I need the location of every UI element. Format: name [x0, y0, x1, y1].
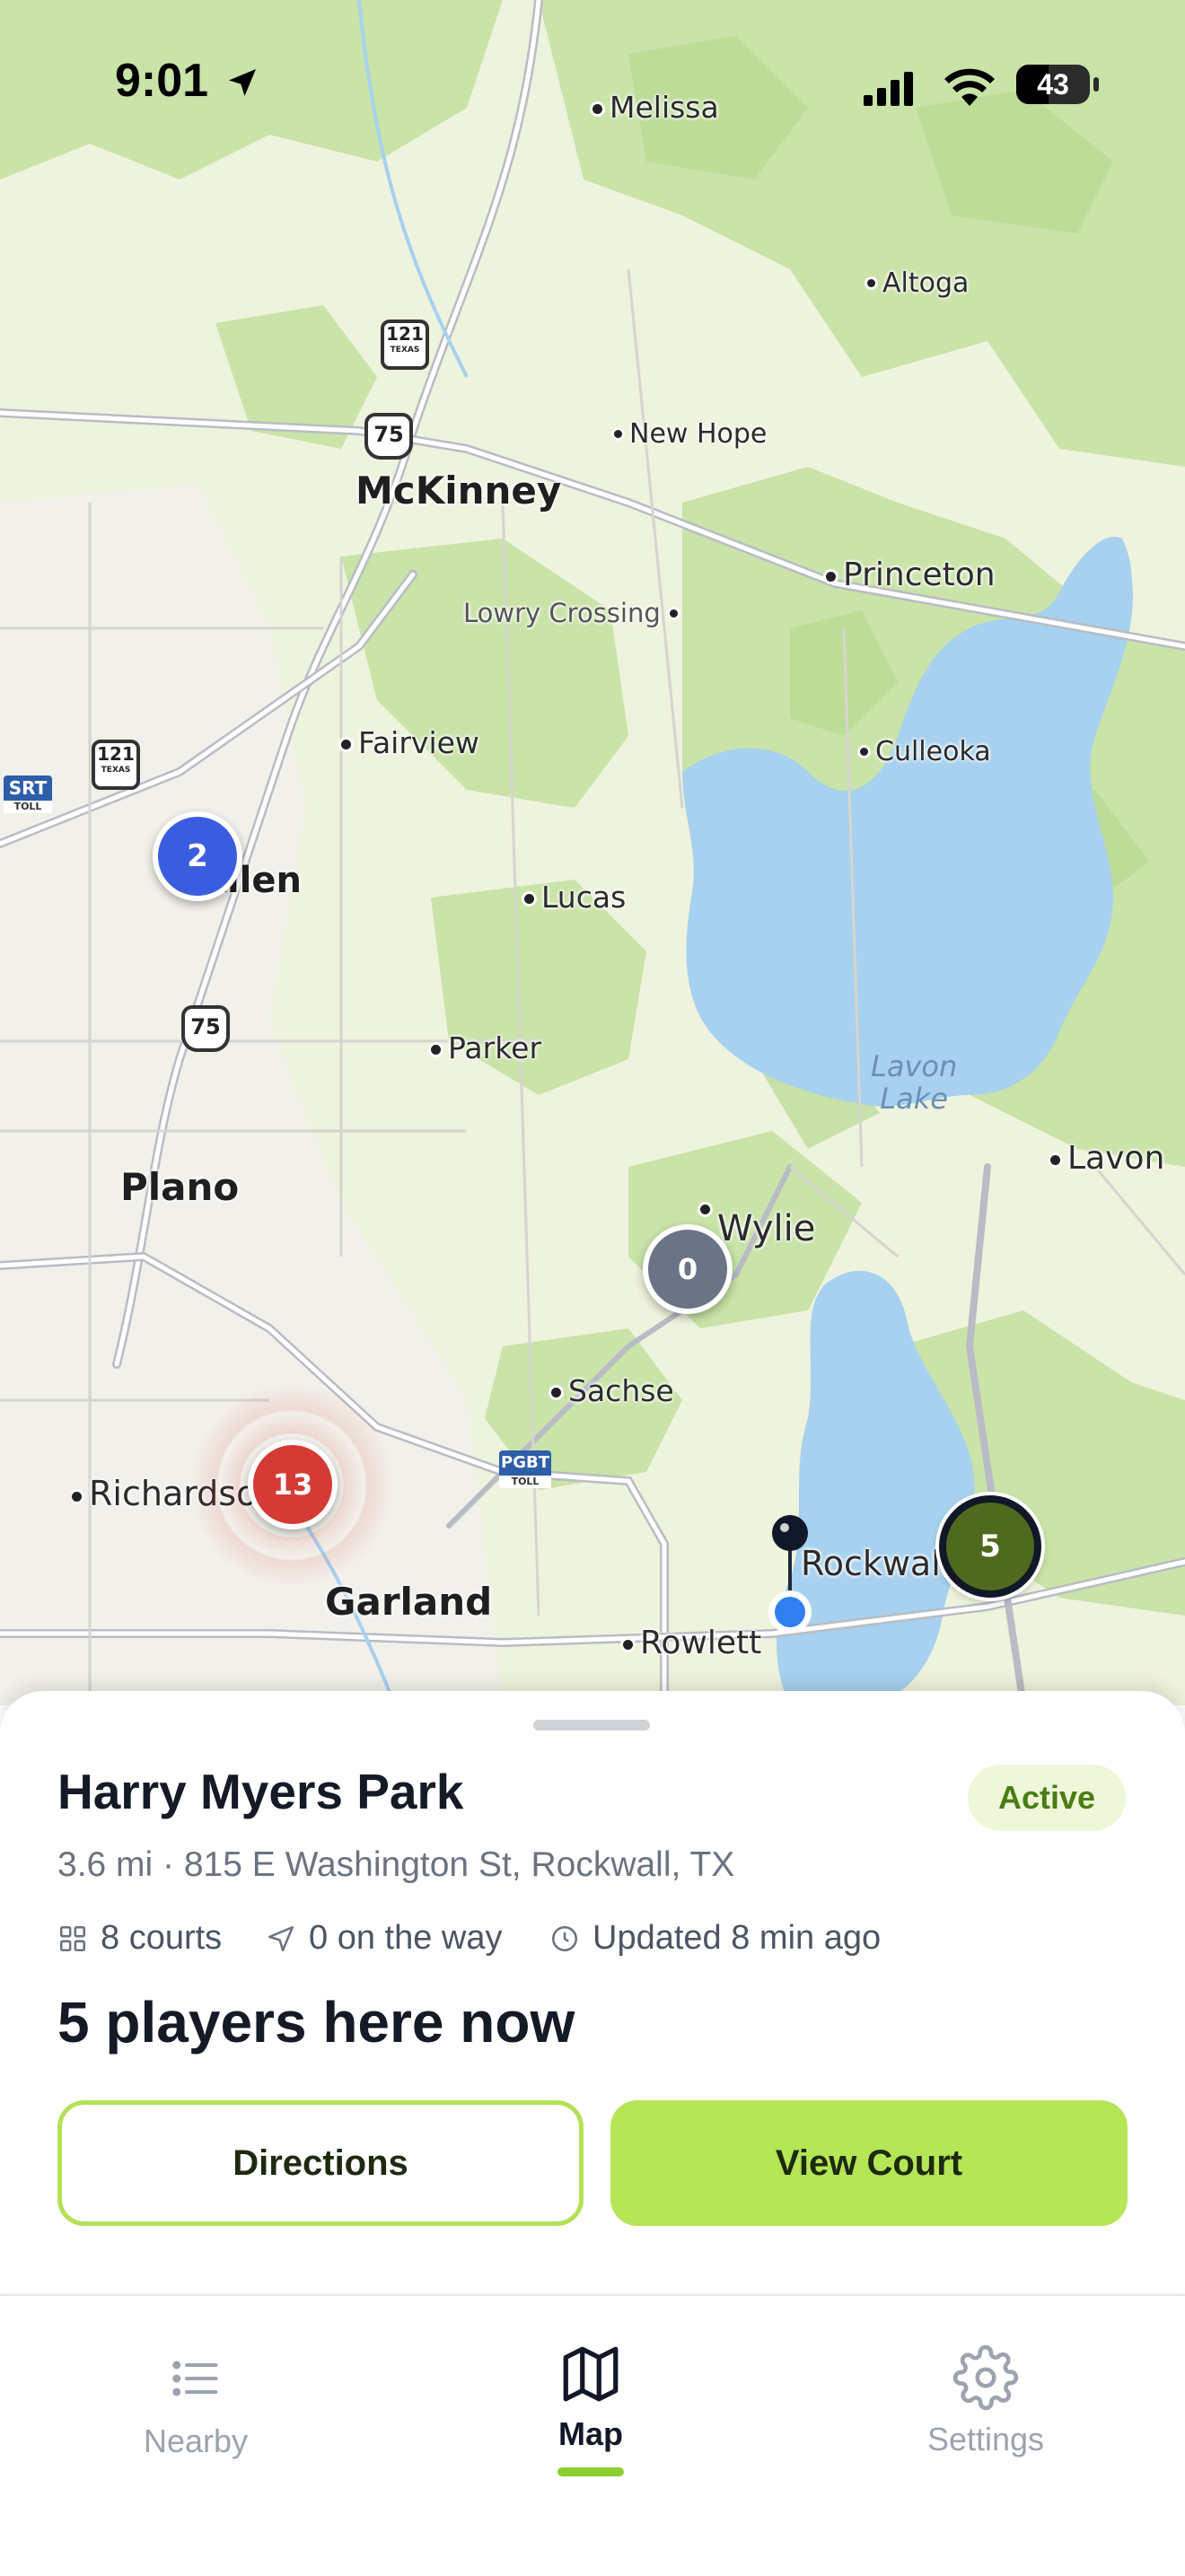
map-icon [563, 2346, 619, 2402]
tab-map[interactable]: Map [474, 2341, 707, 2476]
srt-toll-shield: SRT TOLL [4, 775, 52, 813]
tab-settings[interactable]: Settings [869, 2341, 1102, 2458]
town-label: Lowry Crossing [463, 594, 685, 629]
clock-icon [551, 1925, 578, 1951]
us-75-shield: 75 [364, 413, 413, 460]
pgbt-toll-shield: PGBT TOLL [499, 1450, 551, 1488]
court-detail-sheet[interactable]: Harry Myers Park Active 3.6 mi · 815 E W… [0, 1691, 1185, 2292]
hwy-121-shield-left: 121 TEXAS [92, 740, 140, 790]
location-arrow-icon [229, 69, 256, 96]
active-tab-indicator [557, 2467, 624, 2476]
court-cluster-richardson[interactable]: 13 [248, 1440, 338, 1529]
town-label: Rowlett [623, 1625, 761, 1661]
town-label: Fairview [341, 725, 479, 760]
park-address: 3.6 mi · 815 E Washington St, Rockwall, … [57, 1845, 735, 1884]
city-label-garland: Garland [325, 1580, 493, 1624]
tab-nearby[interactable]: Nearby [79, 2341, 312, 2460]
on-the-way-count: 0 on the way [266, 1919, 502, 1958]
us-75-shield-left: 75 [181, 1005, 230, 1052]
gear-icon [952, 2344, 1019, 2411]
players-count: 5 players here now [57, 1990, 575, 2055]
user-location-pin [768, 1515, 812, 1634]
map-view[interactable]: 121 TEXAS 75 121 TEXAS 75 SRT TOLL PGBT … [0, 0, 1185, 1705]
tab-settings-label: Settings [926, 2421, 1045, 2458]
directions-button[interactable]: Directions [57, 2100, 584, 2226]
list-icon [172, 2361, 218, 2396]
park-name: Harry Myers Park [57, 1764, 464, 1819]
court-cluster-wylie[interactable]: 0 [643, 1224, 733, 1314]
town-label: Lavon [1050, 1140, 1164, 1177]
status-bar: 9:01 43 [0, 0, 1185, 162]
status-badge: Active [968, 1765, 1126, 1831]
town-label: New Hope [614, 415, 767, 450]
town-label: Sachse [551, 1373, 674, 1408]
battery-icon: 43 [1016, 65, 1090, 104]
town-label: Princeton [826, 556, 996, 593]
tab-map-label: Map [558, 2415, 623, 2452]
navigation-arrow-icon [268, 1925, 294, 1951]
courts-count: 8 courts [57, 1919, 222, 1958]
wifi-icon [944, 68, 995, 106]
cellular-signal-icon [864, 72, 913, 106]
sheet-grabber[interactable] [533, 1720, 650, 1730]
town-label: Culleoka [860, 732, 991, 767]
town-label: Altoga [867, 264, 969, 299]
court-cluster-allen[interactable]: 2 [153, 811, 242, 901]
tab-nearby-label: Nearby [143, 2423, 249, 2459]
city-label-plano: Plano [120, 1165, 240, 1209]
town-label: Rockwall [801, 1544, 951, 1583]
status-time: 9:01 [115, 55, 209, 107]
town-label: Parker [431, 1030, 541, 1065]
tab-bar: Nearby Map Settings [0, 2294, 1185, 2576]
view-court-button[interactable]: View Court [610, 2100, 1128, 2226]
city-label-mckinney: McKinney [356, 469, 562, 513]
hwy-121-shield: 121 TEXAS [381, 320, 429, 370]
town-label: Lucas [524, 880, 626, 915]
grid-icon [59, 1925, 86, 1951]
updated-time: Updated 8 min ago [549, 1919, 881, 1958]
court-cluster-rockwall[interactable]: 5 [939, 1495, 1041, 1598]
lake-label: Lavon Lake [871, 1049, 958, 1116]
